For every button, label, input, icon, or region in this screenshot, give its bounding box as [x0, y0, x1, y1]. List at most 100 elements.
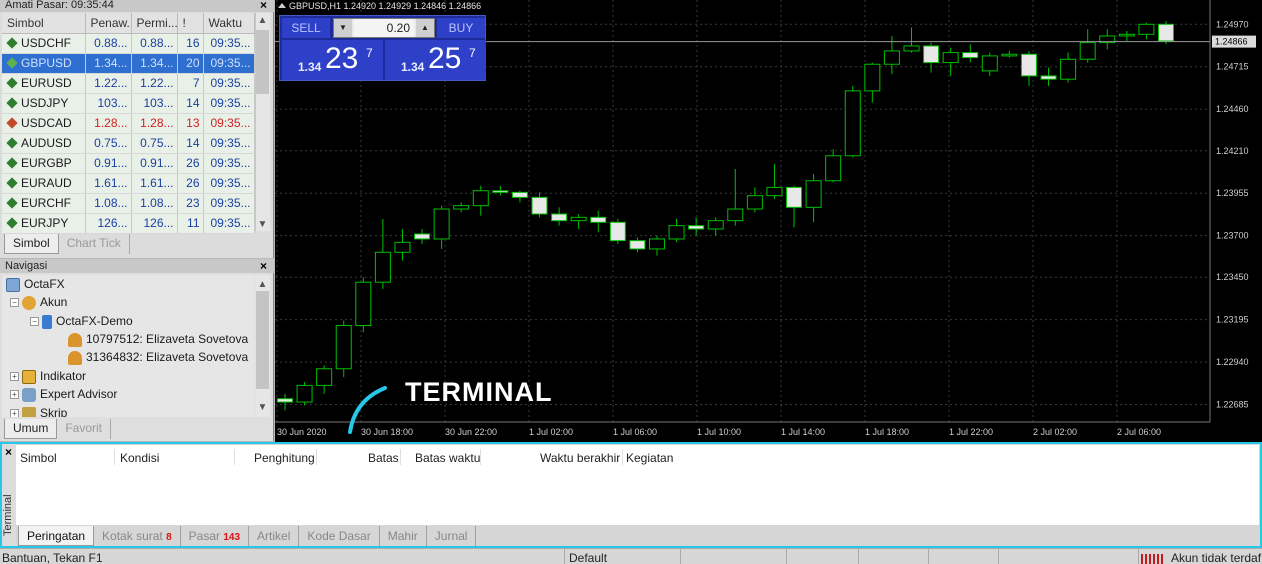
tab-simbol[interactable]: Simbol	[4, 234, 59, 254]
navigator-close-icon[interactable]: ×	[260, 260, 267, 272]
symbol-cell[interactable]: EURCHF	[2, 193, 86, 214]
symbol-row[interactable]: EURCHF 1.08... 1.08... 23 09:35...	[2, 193, 255, 214]
collapse-icon[interactable]: −	[30, 317, 39, 327]
buy-button[interactable]: BUY	[437, 18, 485, 38]
candle-body	[727, 208, 744, 222]
column-divider[interactable]	[400, 449, 401, 465]
tab-artikel[interactable]: Artikel	[249, 526, 300, 546]
column-header[interactable]: Waktu berakhir	[540, 451, 620, 465]
scroll-down-icon[interactable]: ▼	[256, 218, 269, 232]
time-cell: 09:35...	[203, 113, 255, 134]
expand-icon[interactable]: +	[10, 372, 19, 382]
collapse-icon[interactable]: −	[10, 298, 19, 308]
symbol-cell[interactable]: EURGBP	[2, 153, 86, 174]
expand-icon[interactable]: +	[10, 390, 19, 400]
symbol-row[interactable]: AUDUSD 0.75... 0.75... 14 09:35...	[2, 133, 255, 154]
column-divider[interactable]	[114, 449, 115, 465]
tab-jurnal[interactable]: Jurnal	[427, 526, 477, 546]
scroll-up-icon[interactable]: ▲	[256, 278, 269, 292]
tree-node-skrip[interactable]: + Skrip	[10, 404, 67, 417]
symbol-cell[interactable]: EURAUD	[2, 173, 86, 194]
column-header[interactable]: Waktu	[203, 13, 255, 34]
x-tick-label: 1 Jul 22:00	[949, 427, 993, 437]
collapse-triangle-icon[interactable]	[278, 3, 286, 8]
symbol-cell[interactable]: USDCHF	[2, 33, 86, 54]
tree-node-akun[interactable]: − Akun	[10, 293, 67, 311]
volume-down-icon[interactable]: ▼	[334, 19, 352, 37]
column-divider[interactable]	[480, 449, 481, 465]
symbol-cell[interactable]: USDCAD	[2, 113, 86, 134]
market-watch-table: SimbolPenaw...Permi...!Waktu USDCHF 0.88.…	[2, 13, 255, 234]
spread-cell: 14	[177, 93, 204, 114]
column-divider[interactable]	[316, 449, 317, 465]
column-divider[interactable]	[234, 449, 235, 465]
candle-body	[1040, 75, 1057, 80]
tab-kotak-surat[interactable]: Kotak surat 8	[94, 526, 181, 546]
sell-button[interactable]: SELL	[282, 18, 330, 38]
tree-node-account-2[interactable]: 31364832: Elizaveta Sovetova	[68, 348, 248, 366]
symbol-label: USDCHF	[21, 36, 71, 50]
x-tick-label: 30 Jun 22:00	[445, 427, 497, 437]
bid-price-pip: 7	[366, 46, 373, 60]
navigator-title: Navigasi	[0, 259, 274, 273]
market-watch-scroll-thumb[interactable]	[256, 30, 269, 94]
symbol-row[interactable]: EURJPY 126... 126... 11 09:35...	[2, 213, 255, 234]
scroll-up-icon[interactable]: ▲	[256, 14, 269, 28]
tab-pasar[interactable]: Pasar 143	[181, 526, 250, 546]
tree-node-octafx[interactable]: OctaFX	[6, 275, 65, 293]
scroll-down-icon[interactable]: ▼	[256, 401, 269, 415]
tree-node-octafx-demo[interactable]: − OctaFX-Demo	[30, 312, 133, 330]
user-icon	[68, 332, 82, 347]
column-header[interactable]: Batas	[368, 451, 399, 465]
symbol-row[interactable]: USDJPY 103... 103... 14 09:35...	[2, 93, 255, 114]
volume-input[interactable]	[354, 19, 414, 37]
tab-peringatan[interactable]: Peringatan	[18, 526, 95, 546]
x-tick-label: 2 Jul 02:00	[1033, 427, 1077, 437]
symbol-cell[interactable]: EURUSD	[2, 73, 86, 94]
column-divider[interactable]	[622, 449, 623, 465]
bid-price-button[interactable]: 1.34 23 7	[282, 40, 383, 80]
candle-body	[688, 225, 705, 230]
terminal-close-icon[interactable]: ×	[5, 446, 12, 458]
symbol-row[interactable]: EURUSD 1.22... 1.22... 7 09:35...	[2, 73, 255, 94]
symbol-cell[interactable]: EURJPY	[2, 213, 86, 234]
tab-badge: 8	[166, 532, 172, 543]
symbol-row[interactable]: USDCHF 0.88... 0.88... 16 09:35...	[2, 33, 255, 54]
symbol-row[interactable]: USDCAD 1.28... 1.28... 13 09:35...	[2, 113, 255, 134]
symbol-cell[interactable]: GBPUSD	[2, 53, 86, 74]
x-tick-label: 1 Jul 14:00	[781, 427, 825, 437]
tab-mahir[interactable]: Mahir	[380, 526, 427, 546]
market-watch-close-icon[interactable]: ×	[260, 0, 267, 11]
symbol-row[interactable]: EURAUD 1.61... 1.61... 26 09:35...	[2, 173, 255, 194]
candle-body	[1079, 42, 1096, 60]
tab-kode-dasar[interactable]: Kode Dasar	[299, 526, 380, 546]
spread-cell: 26	[177, 173, 204, 194]
expand-icon[interactable]: +	[10, 409, 19, 417]
column-header[interactable]: Kondisi	[120, 451, 159, 465]
tab-chart-tick[interactable]: Chart Tick	[59, 234, 130, 254]
column-header[interactable]: !	[177, 13, 204, 34]
symbol-cell[interactable]: AUDUSD	[2, 133, 86, 154]
column-header[interactable]: Kegiatan	[626, 451, 673, 465]
column-header[interactable]: Batas waktu	[415, 451, 480, 465]
tree-node-account-1[interactable]: 10797512: Elizaveta Sovetova	[68, 330, 248, 348]
symbol-label: EURJPY	[21, 216, 69, 230]
column-header[interactable]: Simbol	[2, 13, 86, 34]
tree-node-indikator[interactable]: + Indikator	[10, 367, 86, 385]
tree-node-expert-advisor[interactable]: + Expert Advisor	[10, 385, 117, 403]
navigator-scroll-thumb[interactable]	[256, 291, 269, 389]
tab-favorit[interactable]: Favorit	[57, 419, 112, 439]
tab-umum[interactable]: Umum	[4, 419, 58, 439]
candle-body	[707, 220, 724, 230]
symbol-row[interactable]: GBPUSD 1.34... 1.34... 20 09:35...	[2, 53, 255, 74]
ask-price-button[interactable]: 1.34 25 7	[385, 40, 486, 80]
volume-up-icon[interactable]: ▲	[416, 19, 434, 37]
column-header[interactable]: Permi...	[131, 13, 178, 34]
column-header[interactable]: Penaw...	[85, 13, 132, 34]
column-header[interactable]: Penghitung	[254, 451, 315, 465]
price-chart[interactable]: 1.24970 1.24715 1.24460 1.24210 1.23955 1.237…	[275, 0, 1262, 442]
symbol-cell[interactable]: USDJPY	[2, 93, 86, 114]
column-header[interactable]: Simbol	[20, 451, 57, 465]
symbol-row[interactable]: EURGBP 0.91... 0.91... 26 09:35...	[2, 153, 255, 174]
status-cell	[998, 549, 1068, 564]
